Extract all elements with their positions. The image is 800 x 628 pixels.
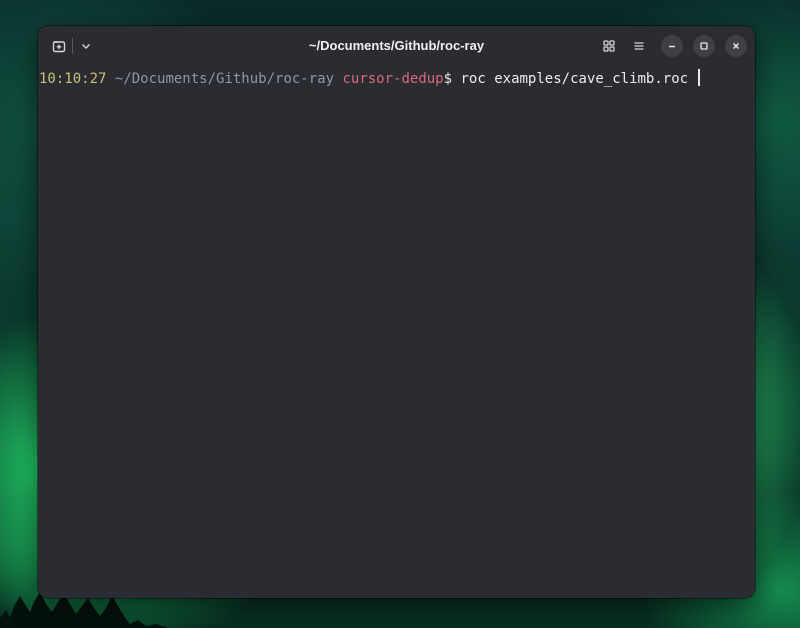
terminal-window: ~/Documents/Github/roc-ray 10:10:27 ~/Do… — [38, 26, 755, 598]
title-bar-separator — [72, 38, 73, 54]
close-button[interactable] — [725, 35, 747, 57]
hamburger-menu-icon[interactable] — [627, 34, 651, 58]
command-text: roc examples/cave_climb.roc — [460, 71, 689, 87]
terminal-output[interactable]: 10:10:27 ~/Documents/Github/roc-ray curs… — [38, 66, 755, 598]
title-bar-right-controls — [591, 34, 747, 58]
maximize-icon — [700, 42, 708, 50]
prompt-time: 10:10:27 — [39, 71, 107, 87]
close-icon — [733, 43, 739, 49]
text-cursor — [697, 69, 700, 86]
prompt-path: ~/Documents/Github/roc-ray — [114, 71, 335, 87]
minimize-button[interactable] — [661, 35, 683, 57]
prompt-symbol: $ — [443, 71, 453, 87]
title-bar[interactable]: ~/Documents/Github/roc-ray — [38, 26, 755, 66]
prompt-line: 10:10:27 ~/Documents/Github/roc-ray curs… — [39, 68, 755, 90]
title-bar-left-controls — [48, 35, 97, 57]
prompt-branch: cursor-dedup — [342, 71, 444, 87]
maximize-button[interactable] — [693, 35, 715, 57]
chevron-down-icon[interactable] — [75, 35, 97, 57]
new-tab-icon[interactable] — [48, 35, 70, 57]
tab-overview-icon[interactable] — [597, 34, 621, 58]
minimize-icon — [669, 45, 675, 48]
